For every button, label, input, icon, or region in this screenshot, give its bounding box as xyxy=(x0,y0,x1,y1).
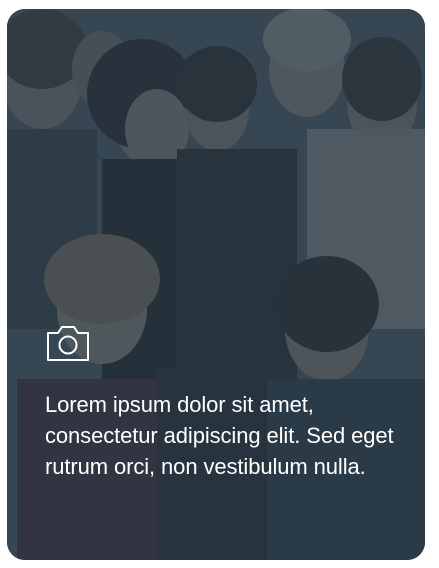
photo-card: Lorem ipsum dolor sit amet, consectetur … xyxy=(7,9,425,560)
card-content: Lorem ipsum dolor sit amet, consectetur … xyxy=(45,323,395,482)
card-caption: Lorem ipsum dolor sit amet, consectetur … xyxy=(45,392,394,479)
camera-icon xyxy=(47,326,89,361)
